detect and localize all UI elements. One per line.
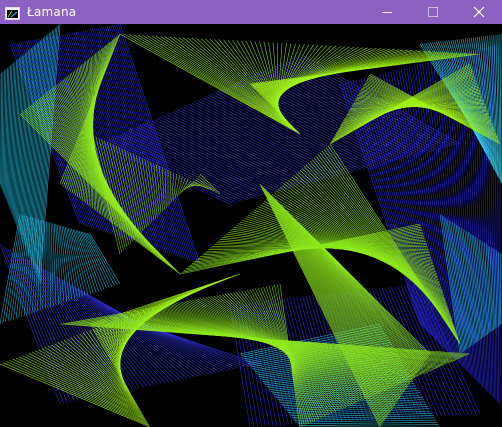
polyline-drawing: [0, 24, 502, 427]
maximize-button[interactable]: [410, 0, 456, 24]
minimize-button[interactable]: [364, 0, 410, 24]
line-fan: [0, 24, 61, 285]
window-app-icon[interactable]: [5, 5, 20, 20]
app-window: Łamana: [0, 0, 502, 427]
close-button[interactable]: [456, 0, 502, 24]
title-bar[interactable]: Łamana: [0, 0, 502, 24]
drawing-canvas[interactable]: [0, 24, 502, 427]
close-icon: [473, 6, 485, 18]
maximize-icon: [428, 7, 438, 17]
window-title: Łamana: [27, 5, 77, 19]
